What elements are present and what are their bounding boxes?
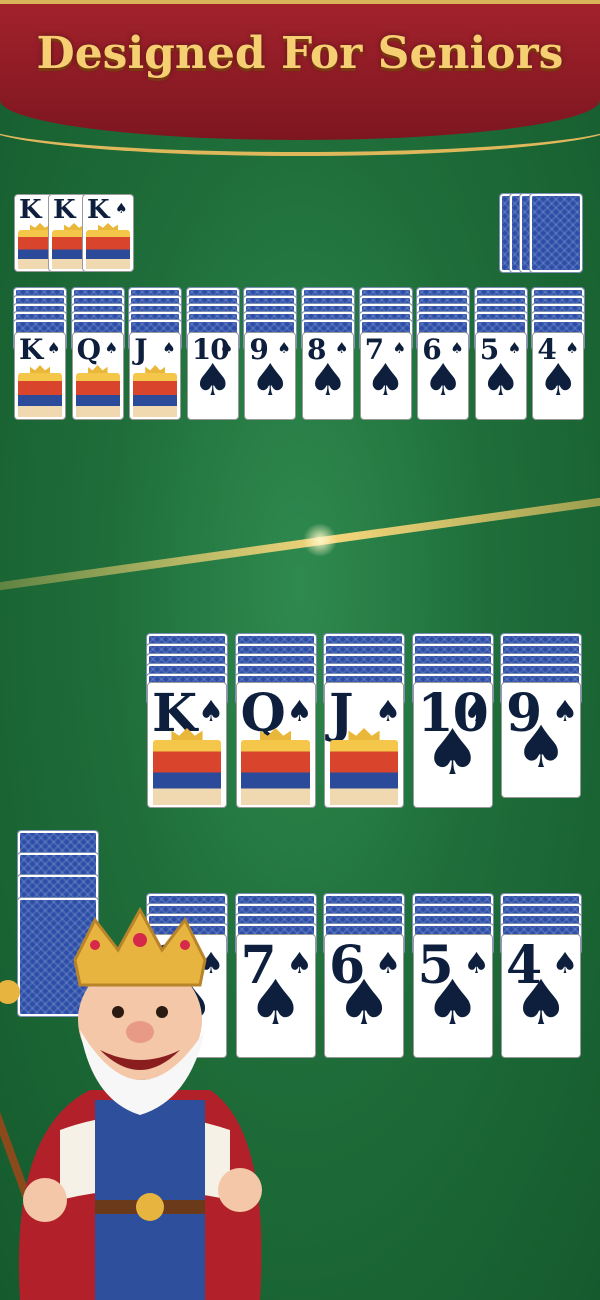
playing-card[interactable]: J ♠	[129, 332, 182, 420]
sparkle-icon	[300, 520, 340, 560]
face-card-portrait	[241, 740, 310, 805]
face-card-portrait	[18, 373, 62, 417]
spade-icon: ♠	[250, 355, 291, 406]
card-rank: K	[19, 195, 42, 225]
playing-card[interactable]: 6 ♠ ♠	[417, 332, 470, 420]
playing-card[interactable]: 5 ♠ ♠	[474, 332, 527, 420]
playing-card[interactable]: 9 ♠ ♠	[244, 332, 297, 420]
face-card-portrait	[86, 230, 130, 269]
playing-card[interactable]: 4 ♠ ♠	[501, 934, 581, 1058]
spade-icon: ♠	[424, 966, 481, 1039]
playing-card[interactable]: K♠	[147, 682, 227, 808]
playing-card[interactable]: Q ♠	[235, 682, 316, 808]
spade-icon: ♠	[104, 339, 119, 357]
spade-icon: ♠	[162, 339, 176, 357]
spade-icon: ♠	[193, 355, 233, 406]
playing-card[interactable]: 8♠♠	[302, 332, 354, 420]
spade-icon: ♠	[481, 355, 521, 406]
card-rank: K	[19, 333, 43, 366]
spade-icon: ♠	[308, 355, 348, 406]
king-mascot-icon	[0, 906, 262, 1300]
page-title: Designed For Seniors	[36, 28, 564, 79]
card-rank: K	[53, 195, 76, 225]
playing-card[interactable]: 4 ♠ ♠	[532, 332, 585, 420]
spade-icon: ♠	[538, 355, 579, 406]
spade-icon: ♠	[336, 966, 392, 1039]
spade-icon: ♠	[198, 694, 224, 728]
spade-icon: ♠	[286, 694, 313, 728]
playing-card[interactable]: 10 ♠ ♠	[412, 682, 493, 808]
spade-icon: ♠	[513, 966, 569, 1039]
face-card-portrait	[133, 373, 178, 417]
card-back	[529, 193, 583, 273]
spade-icon: ♠	[365, 355, 406, 406]
title-banner: Designed For Seniors	[0, 0, 600, 156]
playing-card[interactable]: 10 ♠ ♠	[186, 332, 239, 420]
spade-icon: ♠	[515, 713, 567, 781]
playing-card[interactable]: 7 ♠ ♠	[359, 332, 412, 420]
spade-icon: ♠	[375, 694, 401, 728]
spade-icon: ♠	[47, 339, 61, 357]
card-rank: K	[87, 195, 110, 225]
banner-gold-rim	[0, 92, 600, 156]
card-rank: J	[134, 333, 147, 366]
card-rank: Q	[76, 333, 101, 366]
face-card-portrait	[329, 740, 399, 805]
playing-card[interactable]: 5 ♠ ♠	[412, 934, 493, 1058]
face-card-portrait	[75, 373, 120, 417]
spade-icon: ♠	[115, 201, 128, 217]
playing-card[interactable]: Q ♠	[71, 332, 124, 420]
playing-card[interactable]: K♠	[82, 194, 134, 272]
spade-icon: ♠	[423, 355, 463, 406]
playing-card[interactable]: J ♠	[324, 682, 404, 808]
playing-card[interactable]: 9 ♠ ♠	[501, 682, 581, 798]
spade-icon: ♠	[424, 716, 481, 789]
playing-card[interactable]: K♠	[14, 332, 66, 420]
playing-card[interactable]: 6 ♠ ♠	[324, 934, 404, 1058]
face-card-portrait	[152, 740, 222, 805]
